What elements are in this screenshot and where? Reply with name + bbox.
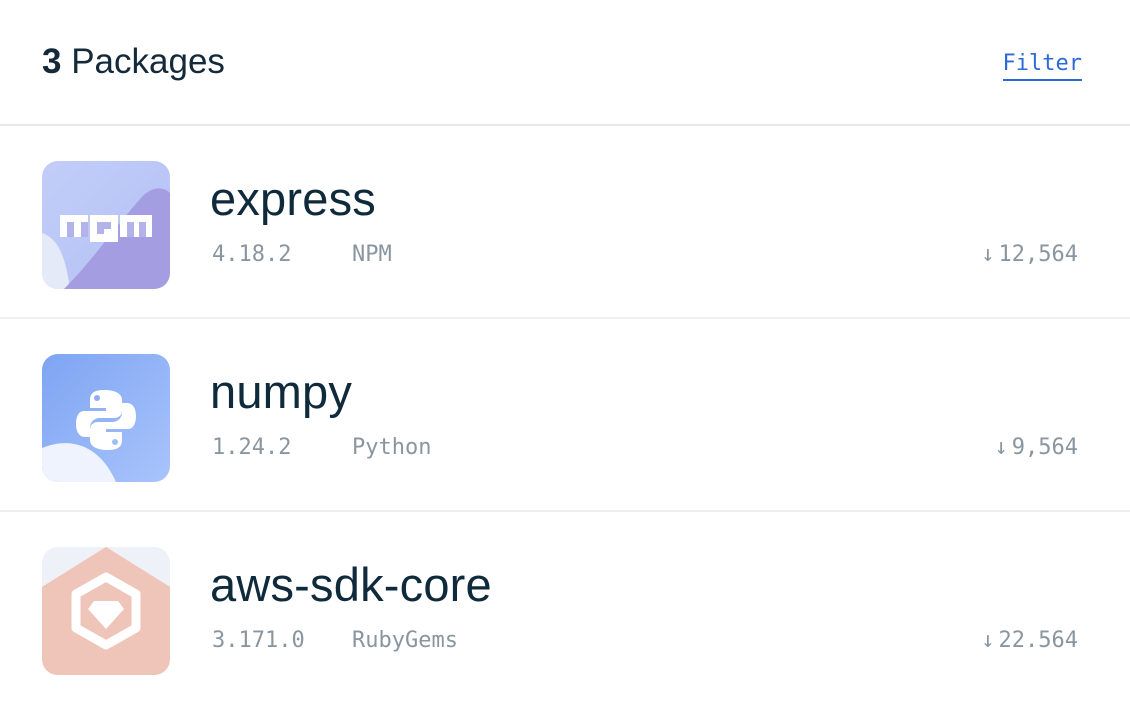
package-count-number: 3 (42, 42, 62, 81)
download-count: ↓ 9,564 (995, 434, 1078, 462)
package-row-numpy[interactable]: numpy 1.24.2 Python ↓ 9,564 (0, 319, 1130, 512)
package-count-label: Packages (71, 42, 225, 81)
package-name: aws-sdk-core (210, 558, 492, 611)
package-registry: Python (352, 435, 432, 460)
package-name: numpy (210, 365, 353, 418)
package-registry: NPM (352, 242, 392, 267)
download-count-value: 22.564 (998, 628, 1078, 653)
package-meta: 3.171.0 RubyGems (212, 627, 458, 655)
package-count: 3 Packages (42, 40, 225, 84)
rubygems-icon (42, 547, 170, 675)
download-arrow-icon: ↓ (994, 435, 1008, 460)
filter-link[interactable]: Filter (1002, 50, 1082, 81)
package-version: 1.24.2 (212, 435, 292, 460)
package-version: 3.171.0 (212, 628, 305, 653)
download-arrow-icon: ↓ (981, 242, 995, 267)
package-list-header: 3 Packages Filter (0, 0, 1130, 126)
download-count-value: 9,564 (1011, 435, 1078, 460)
npm-icon (42, 161, 170, 289)
download-count: ↓ 12,564 (981, 241, 1078, 269)
package-meta: 1.24.2 Python (212, 434, 431, 462)
package-row-express[interactable]: express 4.18.2 NPM ↓ 12,564 (0, 126, 1130, 319)
python-icon (42, 354, 170, 482)
download-arrow-icon: ↓ (981, 628, 995, 653)
package-row-aws-sdk-core[interactable]: aws-sdk-core 3.171.0 RubyGems ↓ 22.564 (0, 512, 1130, 705)
package-list: express 4.18.2 NPM ↓ 12,564 numpy 1.24.2… (0, 126, 1130, 705)
download-count: ↓ 22.564 (981, 627, 1078, 655)
package-registry: RubyGems (352, 628, 458, 653)
package-version: 4.18.2 (212, 242, 292, 267)
package-meta: 4.18.2 NPM (212, 241, 392, 269)
download-count-value: 12,564 (998, 242, 1078, 267)
package-name: express (210, 172, 376, 225)
